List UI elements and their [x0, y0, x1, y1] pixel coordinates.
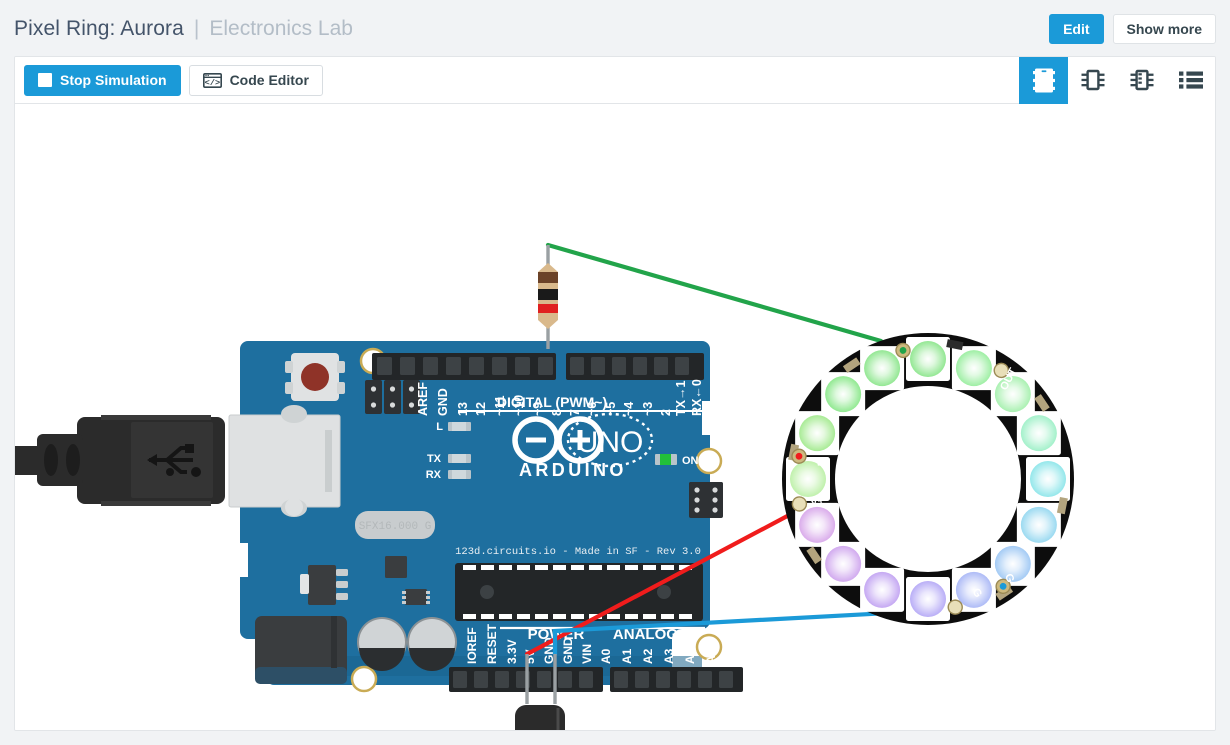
pad-label-vplus-1: V+ [809, 495, 825, 509]
chip-front-icon [1032, 67, 1055, 94]
svg-text:A3: A3 [662, 648, 676, 664]
svg-text:~3: ~3 [641, 402, 655, 416]
svg-text:AREF: AREF [416, 382, 430, 416]
list-view-button[interactable] [1166, 57, 1215, 104]
svg-text:VIN: VIN [580, 644, 594, 664]
code-editor-button[interactable]: </> Code Editor [188, 64, 323, 96]
ic-chip-icon [1080, 67, 1106, 93]
svg-text:IOREF: IOREF [465, 627, 479, 664]
svg-text:ON: ON [682, 455, 699, 467]
svg-text:A2: A2 [641, 648, 655, 664]
workspace-panel: Stop Simulation </> Code Editor AREF GND… [14, 56, 1216, 731]
atmega-chip [455, 563, 703, 621]
schematic-view-button[interactable] [1068, 57, 1117, 104]
reset-button [285, 353, 345, 401]
svg-text:GND: GND [561, 637, 575, 664]
code-window-icon: </> [202, 72, 222, 88]
svg-text:GND: GND [436, 388, 450, 416]
mounting-hole [350, 665, 378, 693]
wire-data-green [545, 242, 884, 344]
digital-header-left [372, 353, 556, 380]
resistor [538, 245, 558, 349]
page-subtitle: Electronics Lab [209, 17, 353, 40]
title-separator: | [193, 17, 200, 40]
svg-text:ARDUINO: ARDUINO [519, 460, 627, 480]
svg-text:TX: TX [427, 453, 442, 465]
crystal: SFX16.000 G [355, 511, 435, 539]
simulation-toolbar: Stop Simulation </> Code Editor [15, 57, 1215, 104]
small-ic-2 [405, 589, 427, 605]
digital-header-right [566, 353, 704, 380]
svg-text:SFX16.000 G: SFX16.000 G [359, 521, 432, 533]
analog-header [610, 667, 743, 692]
pcb-view-button[interactable] [1117, 57, 1166, 104]
svg-text:A0: A0 [599, 648, 613, 664]
small-ic [385, 556, 407, 578]
edit-button[interactable]: Edit [1049, 14, 1104, 44]
svg-text:RESET: RESET [485, 623, 499, 664]
components-view-button[interactable] [1019, 57, 1068, 104]
svg-text:UNO: UNO [577, 426, 644, 459]
stop-simulation-button[interactable]: Stop Simulation [24, 64, 181, 96]
arduino-uno-board: AREF GND 13 12 ~11 ~10 ~9 8 7 ~6 ~5 ~4 ~… [15, 341, 743, 693]
stop-simulation-label: Stop Simulation [60, 72, 167, 88]
svg-text:</>: </> [204, 78, 219, 88]
page-header: Pixel Ring: Aurora | Electronics Lab Edi… [0, 0, 1230, 58]
mounting-hole [695, 447, 723, 475]
show-more-button[interactable]: Show more [1112, 14, 1216, 44]
list-icon [1178, 70, 1204, 90]
svg-text:13: 13 [456, 402, 470, 416]
svg-text:L: L [436, 421, 443, 433]
icsp-header-right [689, 482, 723, 518]
svg-text:12: 12 [474, 402, 488, 416]
page-title: Pixel Ring: Aurora [14, 17, 184, 40]
stop-square-icon [38, 73, 52, 87]
svg-text:3.3V: 3.3V [505, 639, 519, 664]
view-mode-group [1019, 57, 1215, 104]
board-footer-text: 123d.circuits.io - Made in SF - Rev 3.0 [455, 546, 701, 558]
pad-label-vplus-2: V+ [814, 456, 830, 470]
svg-text:RX: RX [426, 469, 442, 481]
usb-cable [15, 415, 225, 506]
digital-header-title: DIGITAL (PWM~) [497, 394, 607, 410]
svg-text:A1: A1 [620, 648, 634, 664]
icsp-header-left [365, 380, 420, 414]
svg-text:~4: ~4 [622, 402, 636, 416]
svg-text:A4: A4 [683, 648, 697, 664]
code-editor-label: Code Editor [229, 72, 309, 88]
ic-chip-dotted-icon [1129, 67, 1155, 93]
svg-text:A5: A5 [704, 648, 718, 664]
mounting-hole [285, 498, 303, 516]
circuit-canvas[interactable]: AREF GND 13 12 ~11 ~10 ~9 8 7 ~6 ~5 ~4 ~… [15, 104, 1215, 730]
neopixel-ring-16: IN OUT V+ V+ [782, 333, 1074, 625]
power-jack [255, 616, 347, 684]
